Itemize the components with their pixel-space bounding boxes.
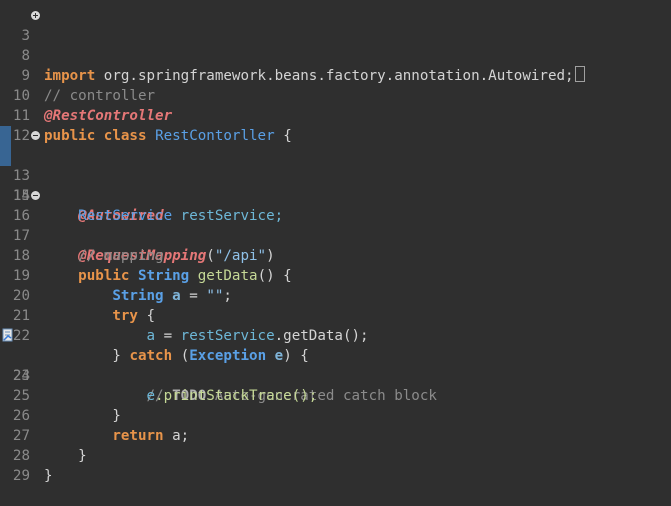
code-line[interactable]: 23 // TODO Auto-generated catch block: [0, 326, 671, 404]
expand-fold-icon[interactable]: [31, 11, 40, 20]
collapse-fold-icon[interactable]: [31, 131, 40, 140]
code-line[interactable]: 16 @RequestMapping("/api"): [0, 186, 671, 264]
code-line[interactable]: 21 a = restService.getData();: [0, 286, 671, 344]
code-line[interactable]: 29: [0, 446, 671, 484]
code-line[interactable]: 10 @RestController: [0, 66, 671, 124]
code-line[interactable]: 22 } catch (Exception e) {: [0, 306, 671, 364]
code-line[interactable]: 13 @Autowired: [0, 126, 671, 224]
code-line[interactable]: 15: [0, 166, 671, 204]
code-line[interactable]: 26 return a;: [0, 386, 671, 444]
code-line[interactable]: 12: [0, 106, 671, 144]
code-line[interactable]: 14 RestService restService;: [0, 146, 671, 224]
code-editor[interactable]: 3 import org.springframework.beans.facto…: [0, 0, 671, 484]
brace: }: [44, 468, 53, 484]
change-marker: [0, 126, 11, 146]
code-line[interactable]: 25 }: [0, 366, 671, 424]
line-number: 29: [12, 468, 30, 484]
code-line[interactable]: 11 public class RestContorller {: [0, 86, 671, 144]
code-line[interactable]: 18 public String getData() {: [0, 226, 671, 284]
code-line[interactable]: 8: [0, 26, 671, 64]
task-marker-icon[interactable]: [2, 328, 14, 342]
code-line[interactable]: 24 e.printStackTrace();: [0, 346, 671, 404]
code-line[interactable]: 3 import org.springframework.beans.facto…: [0, 6, 671, 84]
change-marker: [0, 146, 11, 166]
code-line[interactable]: 9 // controller: [0, 46, 671, 104]
code-line[interactable]: 19 String a = "";: [0, 246, 671, 304]
code-line[interactable]: 27 }: [0, 406, 671, 464]
collapse-fold-icon[interactable]: [31, 191, 40, 200]
code-line[interactable]: 17 // mapping: [0, 206, 671, 264]
code-line[interactable]: 20 try {: [0, 266, 671, 324]
code-line[interactable]: 28 }: [0, 426, 671, 484]
